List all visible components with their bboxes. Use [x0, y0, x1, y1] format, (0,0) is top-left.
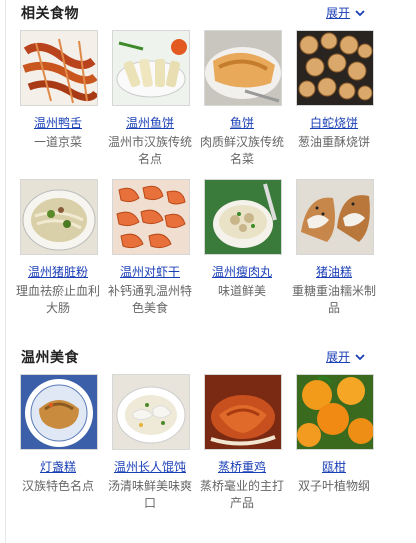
food-card[interactable]: 温州对虾干 补钙通乳温州特色美食	[108, 179, 192, 317]
food-panel: 相关食物 展开 温州鸭舌 一道京菜 温州鱼饼 温州市汉族传统名点 鱼饼 肉质鲜汉…	[0, 0, 416, 543]
chevron-down-icon	[355, 353, 365, 360]
food-card[interactable]: 鱼饼 肉质鲜汉族传统名菜	[200, 30, 284, 168]
food-image[interactable]	[20, 374, 98, 450]
food-desc: 肉质鲜汉族传统名菜	[199, 135, 284, 166]
expand-button[interactable]: 展开	[326, 348, 365, 365]
food-name-link[interactable]: 灯盏糕	[13, 459, 103, 475]
food-name-link[interactable]: 鱼饼	[197, 115, 287, 131]
food-image[interactable]	[296, 179, 374, 255]
food-desc: 汉族特色名点	[21, 479, 94, 493]
chevron-down-icon	[355, 9, 365, 16]
food-name-link[interactable]: 温州瘦肉丸	[197, 264, 287, 280]
food-image[interactable]	[112, 179, 190, 255]
food-image[interactable]	[204, 30, 282, 106]
food-desc: 温州市汉族传统名点	[107, 135, 192, 166]
food-desc: 汤清味鲜美味爽口	[107, 479, 192, 510]
food-name-link[interactable]: 温州猪脏粉	[13, 264, 103, 280]
food-card[interactable]: 温州猪脏粉 理血祛瘀止血利大肠	[16, 179, 100, 317]
section-title: 相关食物	[21, 6, 79, 22]
food-card[interactable]: 灯盏糕 汉族特色名点	[20, 374, 98, 495]
food-name-link[interactable]: 温州鱼饼	[105, 115, 195, 131]
food-name-link[interactable]: 温州鸭舌	[13, 115, 103, 131]
food-desc: 蒸桥毫业的主打产品	[199, 479, 284, 510]
food-name-link[interactable]: 白蛇烧饼	[289, 115, 379, 131]
food-card[interactable]: 瓯柑 双子叶植物纲	[296, 374, 374, 495]
food-image[interactable]	[20, 179, 98, 255]
food-desc: 补钙通乳温州特色美食	[107, 284, 192, 315]
panel-border	[5, 0, 6, 543]
expand-button[interactable]: 展开	[326, 4, 365, 21]
food-image[interactable]	[204, 374, 282, 450]
food-name-link[interactable]: 蒸桥重鸡	[197, 459, 287, 475]
food-desc: 理血祛瘀止血利大肠	[15, 284, 100, 315]
food-card[interactable]: 温州鸭舌 一道京菜	[20, 30, 98, 151]
food-desc: 味道鲜美	[217, 284, 266, 298]
section-title: 温州美食	[21, 350, 79, 366]
food-name-link[interactable]: 瓯柑	[289, 459, 379, 475]
food-image[interactable]	[296, 30, 374, 106]
food-image[interactable]	[20, 30, 98, 106]
food-image[interactable]	[204, 179, 282, 255]
food-name-link[interactable]: 温州长人馄饨	[105, 459, 195, 475]
food-card[interactable]: 猪油糕 重糖重油糯米制品	[292, 179, 376, 317]
food-desc: 重糖重油糯米制品	[291, 284, 376, 315]
food-card[interactable]: 白蛇烧饼 葱油重酥烧饼	[296, 30, 374, 151]
food-desc: 双子叶植物纲	[297, 479, 370, 493]
food-image[interactable]	[112, 374, 190, 450]
expand-label: 展开	[326, 350, 351, 364]
food-image[interactable]	[296, 374, 374, 450]
food-desc: 葱油重酥烧饼	[297, 135, 370, 149]
food-card[interactable]: 蒸桥重鸡 蒸桥毫业的主打产品	[200, 374, 284, 512]
food-card[interactable]: 温州长人馄饨 汤清味鲜美味爽口	[108, 374, 192, 512]
expand-label: 展开	[326, 6, 351, 20]
food-desc: 一道京菜	[33, 135, 82, 149]
food-card[interactable]: 温州鱼饼 温州市汉族传统名点	[108, 30, 192, 168]
food-image[interactable]	[112, 30, 190, 106]
food-card[interactable]: 温州瘦肉丸 味道鲜美	[204, 179, 282, 300]
food-name-link[interactable]: 猪油糕	[289, 264, 379, 280]
food-name-link[interactable]: 温州对虾干	[105, 264, 195, 280]
